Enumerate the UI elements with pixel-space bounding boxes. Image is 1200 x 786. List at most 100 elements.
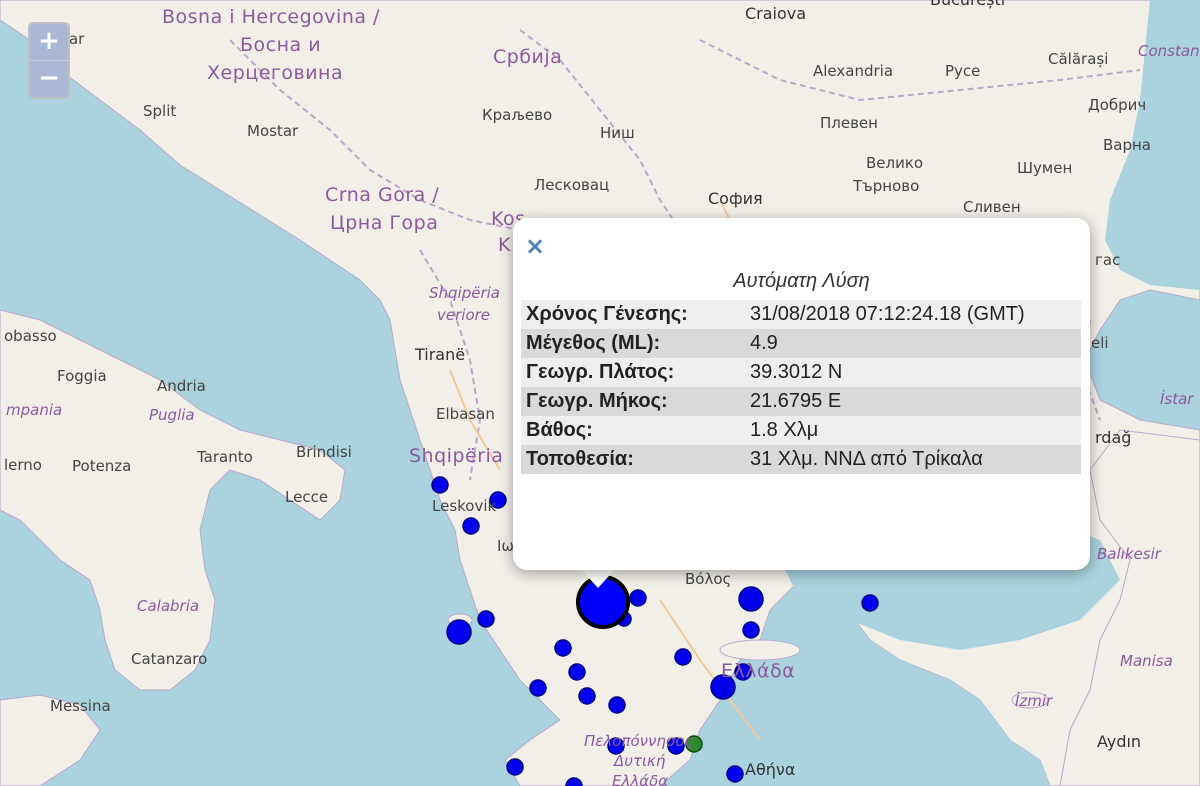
table-row: Βάθος: 1.8 Χλμ [521, 416, 1081, 445]
label-sliven: Сливен [963, 198, 1021, 216]
label-craiova: Craiova [745, 4, 807, 23]
label-veliko: Велико [866, 154, 924, 172]
label-pleven: Плевен [820, 114, 878, 132]
label-aydin: Aydın [1097, 732, 1142, 751]
label-ellada: Ελλάδα [721, 660, 796, 682]
earthquake-marker [738, 586, 764, 612]
label-catanzaro: Catanzaro [131, 650, 208, 668]
earthquake-marker [674, 648, 692, 666]
label-shqiperia: Shqipëria [409, 445, 504, 467]
label-calarasi: Călărași [1048, 50, 1109, 68]
label-hercegovina-cyr: Херцеговина [207, 62, 344, 84]
label-dobrich: Добрич [1088, 96, 1147, 114]
label-shqiperia-veriore: Shqipëria [429, 284, 500, 302]
label-andria: Andria [157, 377, 206, 395]
earthquake-marker [568, 663, 586, 681]
label-foggia: Foggia [57, 367, 107, 385]
label-nis: Ниш [600, 124, 635, 142]
label-bosna: Bosna i Hercegovina / [162, 6, 380, 28]
popup-close-button[interactable]: × [525, 232, 545, 260]
row-value: 31 Χλμ. ΝΝΔ από Τρίκαλα [745, 445, 1081, 474]
label-srbija: Србија [493, 46, 563, 68]
label-sofia: София [708, 189, 763, 208]
label-athina: Αθήνα [745, 760, 796, 779]
earthquake-marker [578, 687, 596, 705]
label-obasso: obasso [4, 327, 57, 345]
label-mostar: Mostar [247, 122, 299, 140]
row-value: 31/08/2018 07:12:24.18 (GMT) [745, 300, 1081, 329]
earthquake-marker [629, 589, 647, 607]
label-balikesir: Balıkesir [1097, 545, 1161, 563]
label-manisa: Manisa [1120, 652, 1173, 670]
zoom-out-button[interactable]: − [30, 60, 68, 97]
row-key: Μέγεθος (ML): [521, 329, 745, 358]
earthquake-marker [446, 619, 472, 645]
label-volos: Βόλος [685, 570, 732, 588]
row-value: 4.9 [745, 329, 1081, 358]
label-puglia: Puglia [149, 406, 195, 424]
label-leskovik: Leskovik [432, 497, 497, 515]
row-value: 39.3012 N [745, 358, 1081, 387]
label-elbasan: Elbasan [436, 405, 495, 423]
table-row: Γεωγρ. Πλάτος: 39.3012 N [521, 358, 1081, 387]
table-row: Μέγεθος (ML): 4.9 [521, 329, 1081, 358]
label-crna-gora-cyr: Црна Гора [330, 212, 439, 234]
popup-details-table: Χρόνος Γένεσης: 31/08/2018 07:12:24.18 (… [521, 300, 1081, 474]
earthquake-marker [431, 476, 449, 494]
row-key: Βάθος: [521, 416, 745, 445]
label-bosna-cyr: Босна и [240, 34, 322, 56]
label-calabria: Calabria [137, 597, 200, 615]
row-key: Γεωγρ. Πλάτος: [521, 358, 745, 387]
label-dytiki: Δυτική [614, 752, 666, 770]
label-crna-gora: Crna Gora / [325, 184, 440, 206]
table-row: Γεωγρ. Μήκος: 21.6795 E [521, 387, 1081, 416]
label-alexandria: Alexandria [813, 62, 894, 80]
row-value: 21.6795 E [745, 387, 1081, 416]
earthquake-marker [477, 610, 495, 628]
label-shumen: Шумен [1017, 159, 1073, 177]
label-ioannina: Ιω [497, 537, 514, 555]
label-peloponnisos: Πελοπόννησος [584, 732, 694, 750]
earthquake-marker [726, 765, 744, 783]
label-taranto: Taranto [197, 448, 253, 466]
earthquake-marker [742, 621, 760, 639]
earthquake-marker [554, 639, 572, 657]
earthquake-marker [462, 517, 480, 535]
zoom-in-button[interactable]: + [30, 24, 68, 60]
row-key: Τοποθεσία: [521, 445, 745, 474]
label-tekirdag: rdağ [1095, 428, 1132, 447]
label-campania: mpania [6, 401, 63, 419]
earthquake-marker [506, 758, 524, 776]
label-constanta: Constan [1138, 42, 1200, 60]
label-leskovac: Лесковац [534, 176, 610, 194]
label-tarnovo: Търново [853, 177, 920, 195]
earthquake-marker [608, 696, 626, 714]
label-kosovo-2: K [498, 234, 511, 256]
label-dytiki-ellada: Ελλάδα [612, 772, 669, 786]
label-edirne: eli [1091, 334, 1109, 352]
table-row: Χρόνος Γένεσης: 31/08/2018 07:12:24.18 (… [521, 300, 1081, 329]
row-value: 1.8 Χλμ [745, 416, 1081, 445]
label-kraljevo: Краљево [482, 106, 553, 124]
label-potenza: Potenza [72, 457, 132, 475]
label-burgas: гас [1095, 251, 1121, 269]
label-izmir: İzmir [1015, 692, 1053, 710]
earthquake-marker [861, 594, 879, 612]
label-veriore: veriore [437, 306, 491, 324]
label-varna: Варна [1103, 136, 1152, 154]
label-lecce: Lecce [285, 488, 329, 506]
map-view[interactable]: Bosna i Hercegovina / Босна и Херцеговин… [0, 0, 1200, 786]
label-bucuresti: București [930, 0, 1005, 9]
row-key: Χρόνος Γένεσης: [521, 300, 745, 329]
label-tirane: Tiranë [415, 345, 466, 364]
label-split: Split [143, 102, 177, 120]
label-ruse: Русе [945, 62, 981, 80]
label-brindisi: Brindisi [296, 443, 352, 461]
row-key: Γεωγρ. Μήκος: [521, 387, 745, 416]
label-istanbul: İstar [1160, 390, 1194, 408]
label-salerno: lerno [4, 456, 42, 474]
table-row: Τοποθεσία: 31 Χλμ. ΝΝΔ από Τρίκαλα [521, 445, 1081, 474]
popup-title: Αυτόματη Λύση [733, 270, 870, 292]
label-messina: Messina [50, 697, 111, 715]
earthquake-marker [529, 679, 547, 697]
